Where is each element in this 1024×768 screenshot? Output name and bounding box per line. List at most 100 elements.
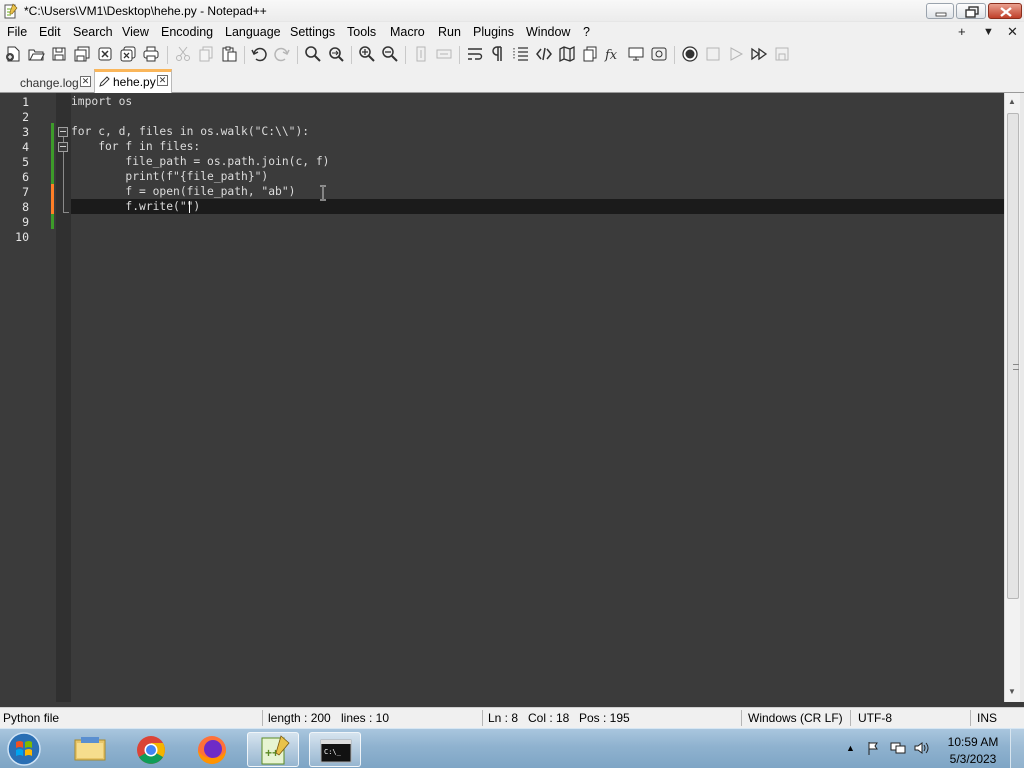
taskbar-notepadpp-icon[interactable]: ++	[247, 732, 299, 767]
network-icon[interactable]	[890, 741, 906, 755]
line-number-gutter: 1 2 3 4 5 6 7 8 9 10	[0, 93, 56, 702]
scroll-down-arrow-icon[interactable]: ▼	[1008, 687, 1016, 696]
svg-text:C:\_: C:\_	[324, 748, 342, 756]
indent-guide-icon[interactable]	[512, 45, 530, 63]
scroll-up-arrow-icon[interactable]: ▲	[1008, 97, 1016, 106]
save-macro-icon[interactable]	[773, 45, 791, 63]
tab-change-log[interactable]: change.log ✕	[2, 72, 92, 92]
close-window-button[interactable]	[988, 3, 1022, 19]
menu-file[interactable]: File	[7, 25, 27, 39]
menu-window[interactable]: Window	[526, 25, 570, 39]
redo-icon[interactable]	[273, 45, 291, 63]
vertical-scrollbar[interactable]: ▲ ▼	[1004, 93, 1020, 702]
toolbar-separator	[351, 46, 352, 64]
line-number: 5	[22, 155, 29, 169]
code-area[interactable]: import os for c, d, files in os.walk("C:…	[71, 93, 1004, 702]
zoom-out-icon[interactable]	[381, 45, 399, 63]
line-number: 6	[22, 170, 29, 184]
menu-tools[interactable]: Tools	[347, 25, 376, 39]
volume-icon[interactable]	[914, 741, 930, 755]
taskbar-explorer-icon[interactable]	[64, 732, 116, 767]
menu-macro[interactable]: Macro	[390, 25, 425, 39]
code-line: for f in files:	[71, 140, 201, 153]
restore-button[interactable]	[956, 3, 986, 19]
code-line: f = open(file_path, "ab")	[71, 185, 296, 198]
new-tab-plus-icon[interactable]: +	[958, 24, 966, 39]
tab-hehe-py[interactable]: hehe.py ✕	[94, 69, 172, 93]
svg-text:fx: fx	[604, 48, 618, 63]
taskbar-firefox-icon[interactable]	[186, 732, 238, 767]
document-map-icon[interactable]	[558, 45, 576, 63]
menu-run[interactable]: Run	[438, 25, 461, 39]
toolbar-separator	[674, 46, 675, 64]
stop-record-icon[interactable]	[704, 45, 722, 63]
undo-icon[interactable]	[250, 45, 268, 63]
word-wrap-icon[interactable]	[466, 45, 484, 63]
menu-plugins[interactable]: Plugins	[473, 25, 514, 39]
toolbar-separator	[167, 46, 168, 64]
new-file-icon[interactable]	[4, 45, 22, 63]
toolbar-separator	[244, 46, 245, 64]
function-list-icon[interactable]: fx	[604, 45, 622, 63]
current-line-highlight	[71, 199, 1004, 214]
play-macro-icon[interactable]	[727, 45, 745, 63]
action-center-flag-icon[interactable]	[866, 741, 880, 755]
find-icon[interactable]	[304, 45, 322, 63]
menu-help[interactable]: ?	[583, 25, 590, 39]
doc-list-icon[interactable]	[581, 45, 599, 63]
save-all-icon[interactable]	[73, 45, 91, 63]
status-insert-mode[interactable]: INS	[977, 711, 997, 725]
paste-icon[interactable]	[220, 45, 238, 63]
tray-show-hidden-icon[interactable]: ▲	[846, 743, 855, 753]
run-macro-multiple-icon[interactable]	[750, 45, 768, 63]
modified-change-marker	[51, 184, 54, 214]
menu-language[interactable]: Language	[225, 25, 281, 39]
line-number: 3	[22, 125, 29, 139]
status-ln: Ln : 8	[488, 711, 519, 725]
xml-tag-icon[interactable]	[535, 45, 553, 63]
status-separator	[482, 710, 483, 726]
menu-view[interactable]: View	[122, 25, 149, 39]
fold-toggle-icon[interactable]	[58, 142, 68, 152]
status-col: Col : 18	[528, 711, 570, 725]
copy-icon[interactable]	[197, 45, 215, 63]
zoom-in-icon[interactable]	[358, 45, 376, 63]
taskbar-cmd-icon[interactable]: C:\_	[309, 732, 361, 767]
tab-close-icon[interactable]: ✕	[80, 76, 91, 87]
taskbar-chrome-icon[interactable]	[125, 732, 177, 767]
save-icon[interactable]	[50, 45, 68, 63]
replace-icon[interactable]	[327, 45, 345, 63]
status-bar: Python file length : 200 lines : 10 Ln :…	[0, 707, 1024, 728]
menu-search[interactable]: Search	[73, 25, 113, 39]
fold-toggle-icon[interactable]	[58, 127, 68, 137]
toolbar-separator	[405, 46, 406, 64]
sync-horizontal-icon[interactable]	[435, 45, 453, 63]
show-desktop-button[interactable]	[1010, 729, 1024, 768]
menu-encoding[interactable]: Encoding	[161, 25, 213, 39]
cut-icon[interactable]	[174, 45, 192, 63]
monitoring-icon[interactable]	[650, 45, 668, 63]
show-all-characters-icon[interactable]	[489, 45, 507, 63]
record-macro-icon[interactable]	[681, 45, 699, 63]
sync-vertical-icon[interactable]	[412, 45, 430, 63]
open-file-icon[interactable]	[27, 45, 45, 63]
tab-list-dropdown-icon[interactable]: ▼	[983, 26, 994, 38]
minimize-button[interactable]	[926, 3, 954, 19]
notepadpp-app-icon	[4, 3, 18, 19]
menu-edit[interactable]: Edit	[39, 25, 61, 39]
clock-date[interactable]: 5/3/2023	[944, 752, 1002, 766]
close-all-icon[interactable]	[119, 45, 137, 63]
clock-time[interactable]: 10:59 AM	[944, 735, 1002, 749]
code-line: print(f"{file_path}")	[71, 170, 269, 183]
print-icon[interactable]	[142, 45, 160, 63]
close-icon[interactable]	[96, 45, 114, 63]
close-document-icon[interactable]: ✕	[1007, 24, 1018, 40]
folder-workspace-icon[interactable]	[627, 45, 645, 63]
status-eol[interactable]: Windows (CR LF)	[748, 711, 843, 725]
scrollbar-thumb[interactable]	[1007, 113, 1019, 599]
start-orb-icon[interactable]	[4, 731, 44, 767]
menu-settings[interactable]: Settings	[290, 25, 335, 39]
status-encoding[interactable]: UTF-8	[858, 711, 892, 725]
tab-close-icon[interactable]: ✕	[157, 75, 168, 86]
editor-area[interactable]: 1 2 3 4 5 6 7 8 9 10 import os for c, d,…	[0, 93, 1024, 702]
